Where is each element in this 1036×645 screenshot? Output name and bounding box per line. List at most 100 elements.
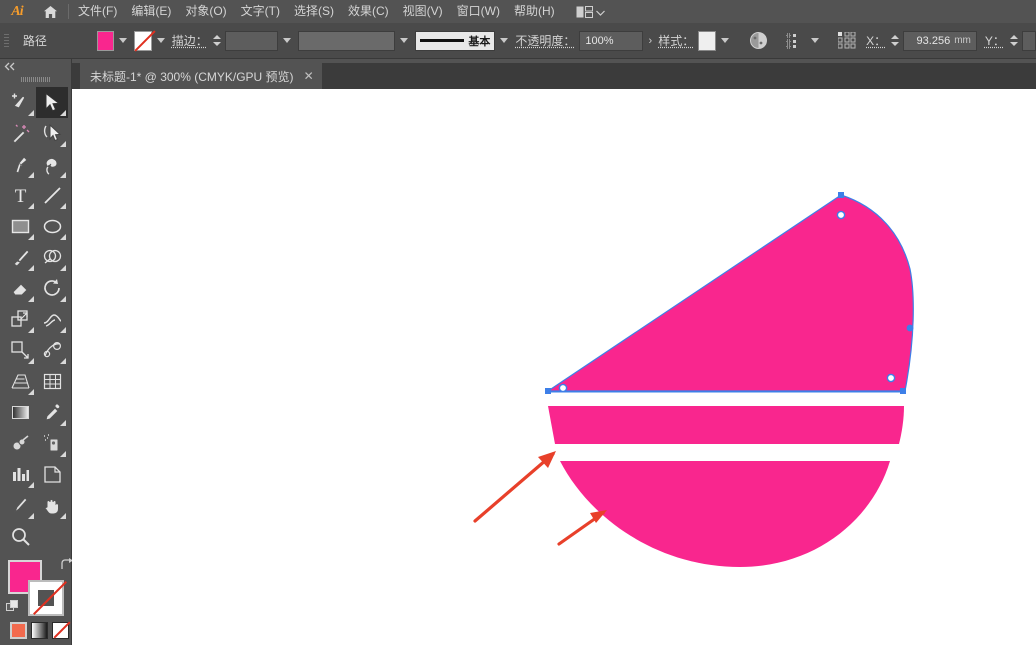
flyout-indicator xyxy=(60,265,66,271)
collapse-panel-icon[interactable] xyxy=(0,59,71,73)
width-profile-line-icon xyxy=(420,39,464,42)
band-middle[interactable] xyxy=(548,406,904,444)
artwork-svg xyxy=(72,89,1036,645)
menu-bar: Ai 文件(F) 编辑(E) 对象(O) 文字(T) 选择(S) 效果(C) 视… xyxy=(0,0,1036,23)
menu-help[interactable]: 帮助(H) xyxy=(507,0,562,23)
stroke-profile-select[interactable] xyxy=(298,31,395,51)
variable-width-label: 基本 xyxy=(468,33,490,49)
flyout-indicator xyxy=(28,110,34,116)
tool-gradient[interactable] xyxy=(4,397,36,428)
pie-wedge-top-path[interactable] xyxy=(548,195,913,391)
tool-zoom[interactable] xyxy=(4,521,36,552)
tool-paintbrush[interactable] xyxy=(4,242,36,273)
tool-symbol-sprayer[interactable] xyxy=(36,428,68,459)
align-icon[interactable] xyxy=(784,28,806,54)
menu-object[interactable]: 对象(O) xyxy=(178,0,233,23)
stroke-weight-chevron-down-icon[interactable] xyxy=(283,38,291,43)
tool-type[interactable]: T xyxy=(4,180,36,211)
opacity-input[interactable]: 100% xyxy=(579,31,642,51)
pie-wedge-top[interactable] xyxy=(548,195,913,391)
fill-swatch[interactable] xyxy=(97,31,114,51)
anchor-point-top[interactable] xyxy=(838,192,844,198)
tool-shaper[interactable] xyxy=(4,87,36,118)
tool-magic-wand[interactable] xyxy=(4,118,36,149)
anchor-point-left[interactable] xyxy=(545,388,551,394)
home-icon[interactable] xyxy=(34,0,66,23)
svg-text:T: T xyxy=(14,186,26,206)
tool-grid: T xyxy=(4,87,68,552)
tool-selection[interactable] xyxy=(36,87,68,118)
anchor-point-bottom-right[interactable] xyxy=(900,388,906,394)
y-coordinate-input[interactable] xyxy=(1022,31,1036,51)
control-bar-grip[interactable] xyxy=(4,31,11,51)
stroke-chevron-down-icon[interactable] xyxy=(157,38,165,43)
stroke-swatch[interactable] xyxy=(134,31,151,51)
tool-line-segment[interactable] xyxy=(36,180,68,211)
arrange-documents-icon xyxy=(576,6,593,18)
tool-eyedropper[interactable] xyxy=(36,397,68,428)
tools-panel-grip[interactable] xyxy=(0,73,71,85)
recolor-artwork-icon[interactable] xyxy=(748,28,770,54)
tool-blend[interactable] xyxy=(36,335,68,366)
tool-eraser[interactable] xyxy=(4,273,36,304)
x-coordinate-input[interactable]: 93.256 mm xyxy=(903,31,976,51)
menu-type[interactable]: 文字(T) xyxy=(234,0,287,23)
close-icon[interactable]: ✕ xyxy=(304,70,314,82)
tool-ellipse[interactable] xyxy=(36,211,68,242)
default-fill-stroke-icon[interactable] xyxy=(6,600,20,614)
none-mode-button[interactable] xyxy=(52,622,69,639)
tool-artboard[interactable] xyxy=(36,459,68,490)
arrange-documents-button[interactable] xyxy=(570,3,611,21)
direction-handle-bottom-right[interactable] xyxy=(887,374,894,381)
semicircle-bottom[interactable] xyxy=(560,461,890,567)
flyout-indicator xyxy=(60,358,66,364)
x-coordinate-label: X： xyxy=(866,32,886,49)
tool-blob-brush[interactable] xyxy=(4,428,36,459)
document-tab[interactable]: 未标题-1* @ 300% (CMYK/GPU 预览) ✕ xyxy=(80,63,322,89)
tool-slice[interactable] xyxy=(4,490,36,521)
style-chevron-down-icon[interactable] xyxy=(721,38,729,43)
menu-view[interactable]: 视图(V) xyxy=(396,0,450,23)
tool-direct-selection[interactable] xyxy=(36,118,68,149)
tool-shape-builder[interactable] xyxy=(36,242,68,273)
tool-hand[interactable] xyxy=(36,490,68,521)
artboard-canvas[interactable] xyxy=(72,89,1036,645)
graphic-style-swatch[interactable] xyxy=(698,31,715,51)
tool-lasso[interactable] xyxy=(36,149,68,180)
variable-width-profile-select[interactable]: 基本 xyxy=(415,31,495,51)
variable-width-chevron-down-icon[interactable] xyxy=(500,38,508,43)
gradient-mode-button[interactable] xyxy=(31,622,48,639)
y-coordinate-stepper[interactable] xyxy=(1009,32,1018,50)
tool-pen[interactable] xyxy=(4,149,36,180)
tool-mesh[interactable] xyxy=(36,366,68,397)
menu-edit[interactable]: 编辑(E) xyxy=(124,0,178,23)
tool-column-graph[interactable] xyxy=(4,459,36,490)
x-coordinate-stepper[interactable] xyxy=(890,32,899,50)
menu-file[interactable]: 文件(F) xyxy=(71,0,124,23)
stroke-color-swatch[interactable] xyxy=(28,580,64,616)
fill-chevron-down-icon[interactable] xyxy=(119,38,127,43)
flyout-indicator xyxy=(28,389,34,395)
tool-rotate[interactable] xyxy=(36,273,68,304)
tool-rectangle[interactable] xyxy=(4,211,36,242)
menu-window[interactable]: 窗口(W) xyxy=(450,0,507,23)
menu-effect[interactable]: 效果(C) xyxy=(341,0,396,23)
stroke-profile-chevron-down-icon[interactable] xyxy=(400,38,408,43)
tool-free-transform[interactable] xyxy=(4,335,36,366)
menu-select[interactable]: 选择(S) xyxy=(287,0,341,23)
transform-reference-point-icon[interactable] xyxy=(836,28,858,54)
tool-scale[interactable] xyxy=(4,304,36,335)
flyout-indicator xyxy=(60,327,66,333)
stroke-weight-stepper[interactable] xyxy=(212,32,221,50)
stroke-weight-label: 描边： xyxy=(172,32,208,49)
tool-perspective-grid[interactable] xyxy=(4,366,36,397)
align-chevron-down-icon[interactable] xyxy=(811,38,819,43)
stroke-weight-input[interactable] xyxy=(225,31,278,51)
direction-handle-top[interactable] xyxy=(837,211,844,218)
flyout-indicator xyxy=(28,203,34,209)
tool-width[interactable] xyxy=(36,304,68,335)
opacity-more-icon[interactable]: › xyxy=(649,35,653,47)
direction-handle-left[interactable] xyxy=(559,384,566,391)
direction-handle-right[interactable] xyxy=(907,325,914,332)
color-mode-button[interactable] xyxy=(10,622,27,639)
